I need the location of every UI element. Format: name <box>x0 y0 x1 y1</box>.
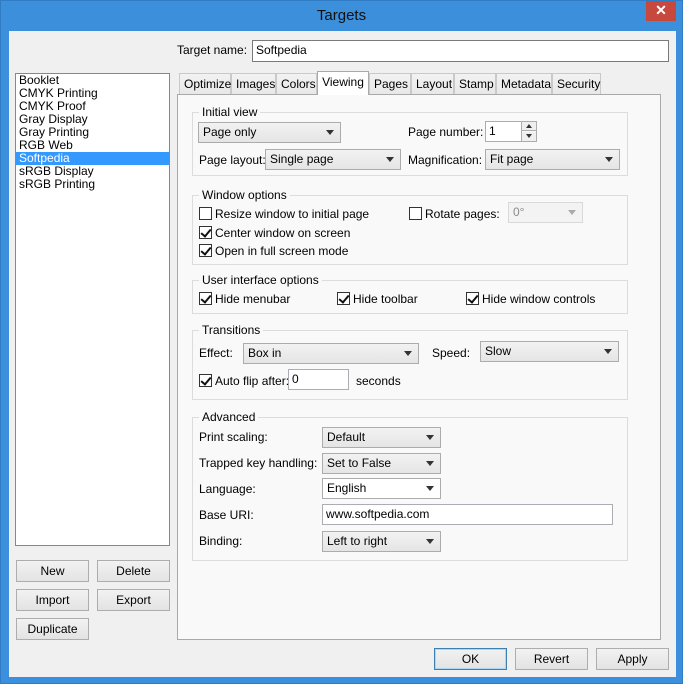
page-number-label: Page number: <box>408 125 484 139</box>
chevron-down-icon <box>426 539 434 544</box>
import-button[interactable]: Import <box>16 589 89 611</box>
trapped-key-label: Trapped key handling: <box>199 456 318 470</box>
language-value: English <box>327 481 367 495</box>
ui-options-title: User interface options <box>199 273 322 287</box>
rotate-pages-label: Rotate pages: <box>425 207 500 221</box>
binding-label: Binding: <box>199 534 243 548</box>
advanced-title: Advanced <box>199 410 259 424</box>
window-options-title: Window options <box>199 188 290 202</box>
page-number-stepper[interactable] <box>521 121 537 142</box>
chevron-down-icon <box>386 157 394 162</box>
hide-window-controls-label: Hide window controls <box>482 292 596 306</box>
stepper-down-icon[interactable] <box>522 132 536 141</box>
tab-colors[interactable]: Colors <box>276 73 317 94</box>
close-icon[interactable]: ✕ <box>646 1 676 21</box>
dialog-client: Target name: Softpedia Booklet CMYK Prin… <box>9 31 676 677</box>
print-scaling-label: Print scaling: <box>199 430 268 444</box>
apply-button[interactable]: Apply <box>596 648 669 670</box>
chevron-down-icon <box>426 435 434 440</box>
title-bar[interactable]: Targets ✕ <box>1 1 682 31</box>
hide-toolbar-label: Hide toolbar <box>353 292 418 306</box>
revert-button[interactable]: Revert <box>515 648 588 670</box>
speed-value: Slow <box>485 344 512 358</box>
rotate-pages-checkbox[interactable] <box>409 207 422 220</box>
page-mode-value: Page only <box>203 125 257 139</box>
page-layout-value: Single page <box>270 152 334 166</box>
print-scaling-select[interactable]: Default <box>322 427 441 448</box>
center-window-checkbox[interactable] <box>199 226 212 239</box>
full-screen-label: Open in full screen mode <box>215 244 349 258</box>
base-uri-label: Base URI: <box>199 508 254 522</box>
hide-toolbar-checkbox[interactable] <box>337 292 350 305</box>
resize-window-label: Resize window to initial page <box>215 207 370 221</box>
stepper-up-icon[interactable] <box>522 122 536 131</box>
resize-window-checkbox[interactable] <box>199 207 212 220</box>
rotate-pages-value: 0° <box>513 205 525 219</box>
speed-label: Speed: <box>432 346 471 360</box>
chevron-down-icon <box>326 130 334 135</box>
delete-button[interactable]: Delete <box>97 560 170 582</box>
page-number-input[interactable]: 1 <box>485 121 522 142</box>
seconds-label: seconds <box>356 374 401 388</box>
chevron-down-icon <box>604 349 612 354</box>
window-title: Targets <box>316 7 367 24</box>
rotate-pages-select[interactable]: 0° <box>508 202 583 223</box>
effect-select[interactable]: Box in <box>243 343 419 364</box>
targets-list[interactable]: Booklet CMYK Printing CMYK Proof Gray Di… <box>15 73 170 546</box>
language-select[interactable]: English <box>322 478 441 499</box>
trapped-key-value: Set to False <box>327 456 392 470</box>
magnification-value: Fit page <box>490 152 534 166</box>
tab-images[interactable]: Images <box>231 73 276 94</box>
tab-stamp[interactable]: Stamp <box>454 73 496 94</box>
center-window-label: Center window on screen <box>215 226 351 240</box>
transitions-title: Transitions <box>199 323 264 337</box>
chevron-down-icon <box>605 157 613 162</box>
targets-window: Targets ✕ Target name: Softpedia Booklet… <box>0 0 683 684</box>
chevron-down-icon <box>426 461 434 466</box>
viewing-panel-content: Initial view Page only Page number: 1 Pa… <box>178 95 660 639</box>
target-name-input[interactable]: Softpedia <box>252 40 669 62</box>
hide-menubar-label: Hide menubar <box>215 292 291 306</box>
tab-viewing[interactable]: Viewing <box>317 71 369 95</box>
effect-label: Effect: <box>199 346 233 360</box>
print-scaling-value: Default <box>327 430 366 444</box>
new-button[interactable]: New <box>16 560 89 582</box>
initial-view-title: Initial view <box>199 105 261 119</box>
hide-window-controls-checkbox[interactable] <box>466 292 479 305</box>
full-screen-checkbox[interactable] <box>199 244 212 257</box>
magnification-label: Magnification: <box>408 153 483 167</box>
list-item[interactable]: sRGB Printing <box>16 178 169 191</box>
chevron-down-icon <box>426 486 434 491</box>
tab-layout[interactable]: Layout <box>411 73 454 94</box>
auto-flip-checkbox[interactable] <box>199 374 212 387</box>
binding-value: Left to right <box>327 534 388 548</box>
tab-pages[interactable]: Pages <box>369 73 411 94</box>
magnification-select[interactable]: Fit page <box>485 149 620 170</box>
hide-menubar-checkbox[interactable] <box>199 292 212 305</box>
ok-button[interactable]: OK <box>434 648 507 670</box>
trapped-key-select[interactable]: Set to False <box>322 453 441 474</box>
effect-value: Box in <box>248 346 282 360</box>
auto-flip-label: Auto flip after: <box>215 374 290 388</box>
page-layout-label: Page layout: <box>199 153 266 167</box>
chevron-down-icon <box>404 351 412 356</box>
speed-select[interactable]: Slow <box>480 341 619 362</box>
tab-metadata[interactable]: Metadata <box>496 73 552 94</box>
base-uri-input[interactable]: www.softpedia.com <box>322 504 613 525</box>
tab-security[interactable]: Security <box>552 73 601 94</box>
page-mode-select[interactable]: Page only <box>198 122 341 143</box>
viewing-panel: Initial view Page only Page number: 1 Pa… <box>177 94 661 640</box>
language-label: Language: <box>199 482 256 496</box>
page-layout-select[interactable]: Single page <box>265 149 401 170</box>
auto-flip-input[interactable]: 0 <box>288 369 349 390</box>
binding-select[interactable]: Left to right <box>322 531 441 552</box>
target-name-label: Target name: <box>177 43 248 57</box>
export-button[interactable]: Export <box>97 589 170 611</box>
tab-optimize[interactable]: Optimize <box>179 73 231 94</box>
duplicate-button[interactable]: Duplicate <box>16 618 89 640</box>
chevron-down-icon <box>568 210 576 215</box>
